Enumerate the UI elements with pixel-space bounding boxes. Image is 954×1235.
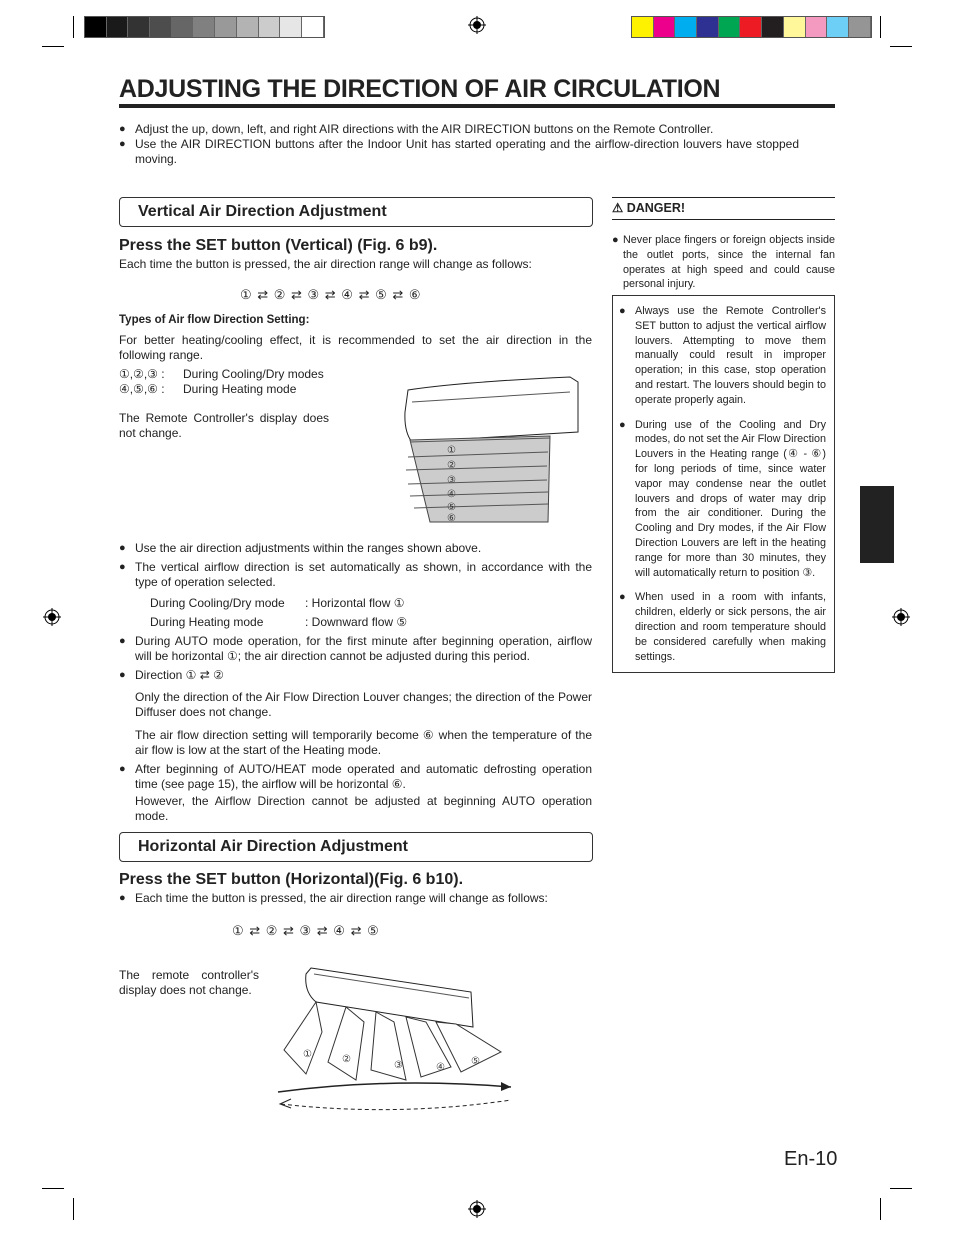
horizontal-louver-figure: ① ② ③ ④ ⑤ xyxy=(277,967,512,1111)
vertical-heading: Press the SET button (Vertical) (Fig. 6 … xyxy=(119,237,438,254)
horizontal-heading: Press the SET button (Horizontal)(Fig. 6… xyxy=(119,871,464,888)
mode-row: ④,⑤,⑥ : During Heating mode xyxy=(119,382,296,397)
figure-position-label: ② xyxy=(447,460,456,471)
registration-mark-icon xyxy=(468,16,486,34)
crop-mark xyxy=(42,46,64,47)
calibration-swatch xyxy=(827,17,849,37)
calibration-swatch xyxy=(740,17,763,37)
horizontal-section-title: Horizontal Air Direction Adjustment xyxy=(119,832,593,862)
mode-row: ①,②,③ : During Cooling/Dry modes xyxy=(119,367,324,382)
figure-position-label: ② xyxy=(342,1054,351,1065)
auto-flow: : Downward flow ⑤ xyxy=(305,615,408,629)
registration-mark-icon xyxy=(892,608,910,626)
calibration-swatch xyxy=(762,17,784,37)
intro-item: Adjust the up, down, left, and right AIR… xyxy=(119,122,799,137)
crop-mark xyxy=(890,46,912,47)
danger-title: DANGER! xyxy=(626,201,686,215)
section-tab xyxy=(860,486,894,563)
mode-name: During Heating mode xyxy=(183,382,297,396)
vertical-louver-figure: ① ② ③ ④ ⑤⑥ xyxy=(404,376,579,524)
calibration-swatch xyxy=(106,17,129,37)
crop-mark xyxy=(73,1198,74,1220)
bullet-item: The vertical airflow direction is set au… xyxy=(119,560,592,590)
page-number: En-10 xyxy=(784,1148,838,1170)
auto-table: During Cooling/Dry mode : Horizontal flow… xyxy=(119,594,592,632)
calibration-swatch xyxy=(783,17,806,37)
calibration-swatch xyxy=(193,17,216,37)
auto-flow: : Horizontal flow ① xyxy=(305,596,405,610)
defrost-note: However, the Airflow Direction cannot be… xyxy=(135,794,592,823)
crop-mark xyxy=(890,1188,912,1189)
calibration-swatch xyxy=(128,17,151,37)
auto-mode: During Cooling/Dry mode xyxy=(150,596,285,610)
display-note: The Remote Controller's display does not… xyxy=(119,411,329,440)
calibration-swatch xyxy=(805,17,828,37)
calibration-swatch xyxy=(171,17,194,37)
crop-mark xyxy=(42,1188,64,1189)
registration-mark-icon xyxy=(468,1200,486,1218)
mode-positions: ①,②,③ : xyxy=(119,367,165,381)
calibration-swatch xyxy=(280,17,302,37)
vertical-desc: Each time the button is pressed, the air… xyxy=(119,257,532,271)
calibration-swatch xyxy=(301,17,324,37)
mode-positions: ④,⑤,⑥ : xyxy=(119,382,165,396)
calibration-swatch xyxy=(215,17,237,37)
crop-mark xyxy=(880,16,881,38)
grayscale-calibration-bar xyxy=(84,16,325,38)
direction-note: Only the direction of the Air Flow Direc… xyxy=(135,690,592,719)
danger-header: ⚠ DANGER! xyxy=(612,197,835,220)
calibration-swatch xyxy=(150,17,172,37)
auto-row: During Heating mode : Downward flow ⑤ xyxy=(150,613,592,632)
auto-row: During Cooling/Dry mode : Horizontal flow… xyxy=(150,594,592,613)
auto-mode: During Heating mode xyxy=(150,615,264,629)
calibration-swatch xyxy=(718,17,741,37)
horizontal-sequence: ① ⇄ ② ⇄ ③ ⇄ ④ ⇄ ⑤ xyxy=(232,923,380,938)
figure-position-label: ① xyxy=(447,445,456,456)
calibration-swatch xyxy=(848,17,871,37)
figure-position-label: ④ xyxy=(436,1062,445,1073)
notes-box: Always use the Remote Controller's SET b… xyxy=(612,295,835,674)
note-item: Always use the Remote Controller's SET b… xyxy=(619,304,826,408)
bullet-item: After beginning of AUTO/HEAT mode operat… xyxy=(119,762,592,792)
figure-position-label: ⑥ xyxy=(447,513,456,524)
figure-position-label: ③ xyxy=(447,475,456,486)
calibration-swatch xyxy=(653,17,676,37)
vertical-sequence: ① ⇄ ② ⇄ ③ ⇄ ④ ⇄ ⑤ ⇄ ⑥ xyxy=(240,287,422,302)
note-item: During use of the Cooling and Dry modes,… xyxy=(619,418,826,581)
vertical-bullets: Use the air direction adjustments within… xyxy=(119,541,592,824)
bullet-item: Direction ① ⇄ ② xyxy=(119,668,592,683)
figure-position-label: ① xyxy=(303,1049,312,1060)
horizontal-desc: Each time the button is pressed, the air… xyxy=(119,891,954,906)
bullet-item: Use the air direction adjustments within… xyxy=(119,541,592,556)
horizontal-display-note: The remote controller's display does not… xyxy=(119,968,259,997)
calibration-swatch xyxy=(236,17,259,37)
intro-list: Adjust the up, down, left, and right AIR… xyxy=(119,122,799,167)
calibration-swatch xyxy=(697,17,719,37)
calibration-swatch xyxy=(632,17,654,37)
vertical-section-title: Vertical Air Direction Adjustment xyxy=(119,197,593,227)
intro-item: Use the AIR DIRECTION buttons after the … xyxy=(119,137,799,167)
calibration-swatch xyxy=(675,17,698,37)
crop-mark xyxy=(73,16,74,38)
color-calibration-bar xyxy=(631,16,872,38)
direction-note: The air flow direction setting will temp… xyxy=(135,728,592,757)
types-heading: Types of Air flow Direction Setting: xyxy=(119,314,310,326)
registration-mark-icon xyxy=(43,608,61,626)
danger-text: Never place fingers or foreign objects i… xyxy=(612,233,835,292)
calibration-swatch xyxy=(258,17,281,37)
bullet-item: During AUTO mode operation, for the firs… xyxy=(119,634,592,664)
danger-text-container: Never place fingers or foreign objects i… xyxy=(612,233,835,292)
figure-position-label: ④ xyxy=(447,489,456,500)
warning-triangle-icon: ⚠ xyxy=(612,201,624,215)
mode-name: During Cooling/Dry modes xyxy=(183,367,324,381)
manual-page: ADJUSTING THE DIRECTION OF AIR CIRCULATI… xyxy=(0,0,954,1235)
figure-position-label: ⑤ xyxy=(447,502,456,513)
crop-mark xyxy=(880,1198,881,1220)
page-title: ADJUSTING THE DIRECTION OF AIR CIRCULATI… xyxy=(119,74,835,108)
note-item: When used in a room with infants, childr… xyxy=(619,590,826,664)
calibration-swatch xyxy=(85,17,107,37)
figure-position-label: ③ xyxy=(394,1060,403,1071)
figure-position-label: ⑤ xyxy=(471,1056,480,1067)
types-desc: For better heating/cooling effect, it is… xyxy=(119,333,592,362)
